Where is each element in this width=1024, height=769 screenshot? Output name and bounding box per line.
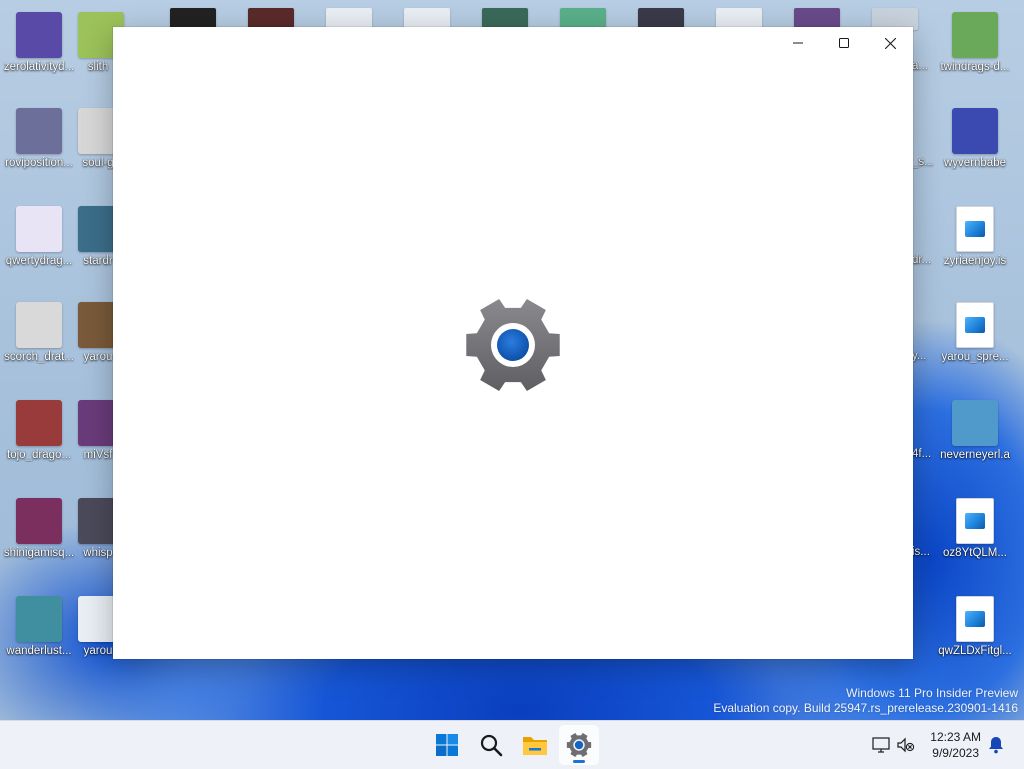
image-thumbnail-icon: [16, 400, 62, 446]
desktop-icon-label: slith: [87, 61, 109, 73]
desktop-icon-label: wyvernbabe: [943, 157, 1006, 169]
desktop-icon-partial[interactable]: _s...: [912, 156, 934, 169]
image-file-icon: [956, 302, 994, 348]
desktop-icon-label: soul-g: [82, 157, 114, 169]
desktop-icon[interactable]: oz8YtQLM...: [936, 498, 1014, 560]
volume-tray-icon[interactable]: [896, 735, 916, 755]
desktop-icon-label: tojo_drago...: [7, 449, 71, 461]
search-icon: [480, 734, 503, 757]
desktop-icon[interactable]: twindrags-d...: [936, 12, 1014, 74]
desktop-icon[interactable]: soul-g: [78, 108, 124, 170]
start-button[interactable]: [427, 725, 467, 765]
settings-gear-icon: [566, 733, 592, 757]
desktop-icon[interactable]: slith: [78, 12, 124, 74]
minimize-button[interactable]: [775, 27, 821, 59]
desktop-icon-label: twindrags-d...: [940, 61, 1010, 73]
desktop-icon-label: _s...: [912, 156, 934, 168]
desktop-icon-label: shinigamisq...: [3, 547, 75, 559]
desktop-icon-label: yarou: [83, 645, 113, 657]
notifications-button[interactable]: [986, 735, 1006, 755]
taskbar-clock[interactable]: 12:23 AM 9/9/2023: [930, 729, 981, 761]
image-thumbnail-icon: [16, 206, 62, 252]
desktop-icon-label: zerolativityd...: [3, 61, 75, 73]
desktop-icon[interactable]: shinigamisq...: [0, 498, 78, 560]
evaluation-watermark: Windows 11 Pro Insider Preview Evaluatio…: [713, 686, 1018, 716]
desktop-icon[interactable]: qwZLDxFitgl...: [936, 596, 1014, 658]
settings-window[interactable]: [113, 27, 913, 659]
image-file-icon: [956, 206, 994, 252]
desktop-icon[interactable]: wanderlust...: [0, 596, 78, 658]
desktop-icon-label: qwertydrag...: [5, 255, 73, 267]
image-thumbnail-icon: [16, 498, 62, 544]
window-titlebar[interactable]: [113, 27, 913, 59]
image-thumbnail-icon: [16, 302, 62, 348]
desktop-icon-partial[interactable]: a...: [912, 60, 934, 73]
maximize-button[interactable]: [821, 27, 867, 59]
maximize-icon: [839, 38, 849, 48]
search-button[interactable]: [471, 725, 511, 765]
desktop-icon[interactable]: zerolativityd...: [0, 12, 78, 74]
image-thumbnail-icon: [952, 400, 998, 446]
desktop-icon-label: scorch_drat...: [4, 351, 74, 363]
desktop-icon[interactable]: yarou_spre...: [936, 302, 1014, 364]
desktop-icon[interactable]: whisp: [78, 498, 124, 560]
desktop-icon[interactable]: zyriaenjoy.is: [936, 206, 1014, 268]
active-app-indicator: [573, 760, 585, 763]
desktop-icon[interactable]: neverneyerl.a: [936, 400, 1014, 462]
desktop-icon-label: roviposition...: [5, 157, 73, 169]
image-thumbnail-icon: [16, 596, 62, 642]
image-file-icon: [956, 498, 994, 544]
desktop-icon[interactable]: tojo_drago...: [0, 400, 78, 462]
image-thumbnail-icon: [952, 12, 998, 58]
desktop-icon-partial[interactable]: dr...: [912, 254, 934, 267]
desktop-icon[interactable]: roviposition...: [0, 108, 78, 170]
desktop-icon-label: yarou_spre...: [941, 351, 1009, 363]
desktop-icon-label: whisp: [83, 547, 113, 559]
desktop-icon-label: is...: [912, 546, 930, 558]
desktop-icon-label: dr...: [912, 254, 932, 266]
close-button[interactable]: [867, 27, 913, 59]
desktop-icon-label: neverneyerl.a: [940, 449, 1010, 461]
monitor-icon: [872, 737, 890, 753]
clock-time: 12:23 AM: [930, 730, 981, 744]
desktop-icon[interactable]: yarou: [78, 596, 124, 658]
desktop-icon[interactable]: miVsf: [78, 400, 124, 462]
desktop-icon-label: a...: [912, 60, 928, 72]
desktop-icon-label: zyriaenjoy.is: [943, 255, 1007, 267]
desktop-icon-partial[interactable]: 4f...: [912, 448, 934, 461]
minimize-icon: [793, 42, 803, 44]
taskbar: 12:23 AM 9/9/2023: [0, 720, 1024, 769]
desktop-icon-label: y...: [912, 350, 927, 362]
desktop-icon[interactable]: wyvernbabe: [936, 108, 1014, 170]
folder-icon: [523, 737, 547, 755]
volume-muted-icon: [897, 737, 915, 753]
close-icon: [884, 37, 896, 49]
image-thumbnail-icon: [16, 108, 62, 154]
desktop-icon-label: yarou: [83, 351, 113, 363]
settings-gear-icon: [466, 299, 560, 391]
desktop-icon-label: oz8YtQLM...: [943, 547, 1007, 559]
file-explorer-button[interactable]: [515, 725, 555, 765]
desktop-icon-partial[interactable]: is...: [912, 546, 934, 559]
bell-icon: [989, 737, 1003, 754]
desktop-icon-label: stardr: [83, 255, 113, 267]
clock-date: 9/9/2023: [932, 746, 979, 760]
settings-taskbar-button[interactable]: [559, 725, 599, 765]
image-file-icon: [956, 596, 994, 642]
desktop-icon-label: wanderlust...: [6, 645, 72, 657]
desktop-icon-label: miVsf: [83, 449, 113, 461]
desktop-icon[interactable]: yarou: [78, 302, 124, 364]
desktop-icon-label: 4f...: [912, 448, 932, 460]
desktop-icon-label: qwZLDxFitgl...: [938, 645, 1012, 657]
desktop-icon[interactable]: scorch_drat...: [0, 302, 78, 364]
windows-logo-icon: [436, 734, 458, 756]
desktop-icon[interactable]: qwertydrag...: [0, 206, 78, 268]
desktop-icon[interactable]: stardr: [78, 206, 124, 268]
image-thumbnail-icon: [952, 108, 998, 154]
desktop-icon-partial[interactable]: y...: [912, 350, 934, 363]
watermark-line1: Windows 11 Pro Insider Preview: [846, 686, 1018, 700]
display-tray-icon[interactable]: [871, 735, 891, 755]
image-thumbnail-icon: [16, 12, 62, 58]
watermark-line2: Evaluation copy. Build 25947.rs_prerelea…: [713, 701, 1018, 715]
